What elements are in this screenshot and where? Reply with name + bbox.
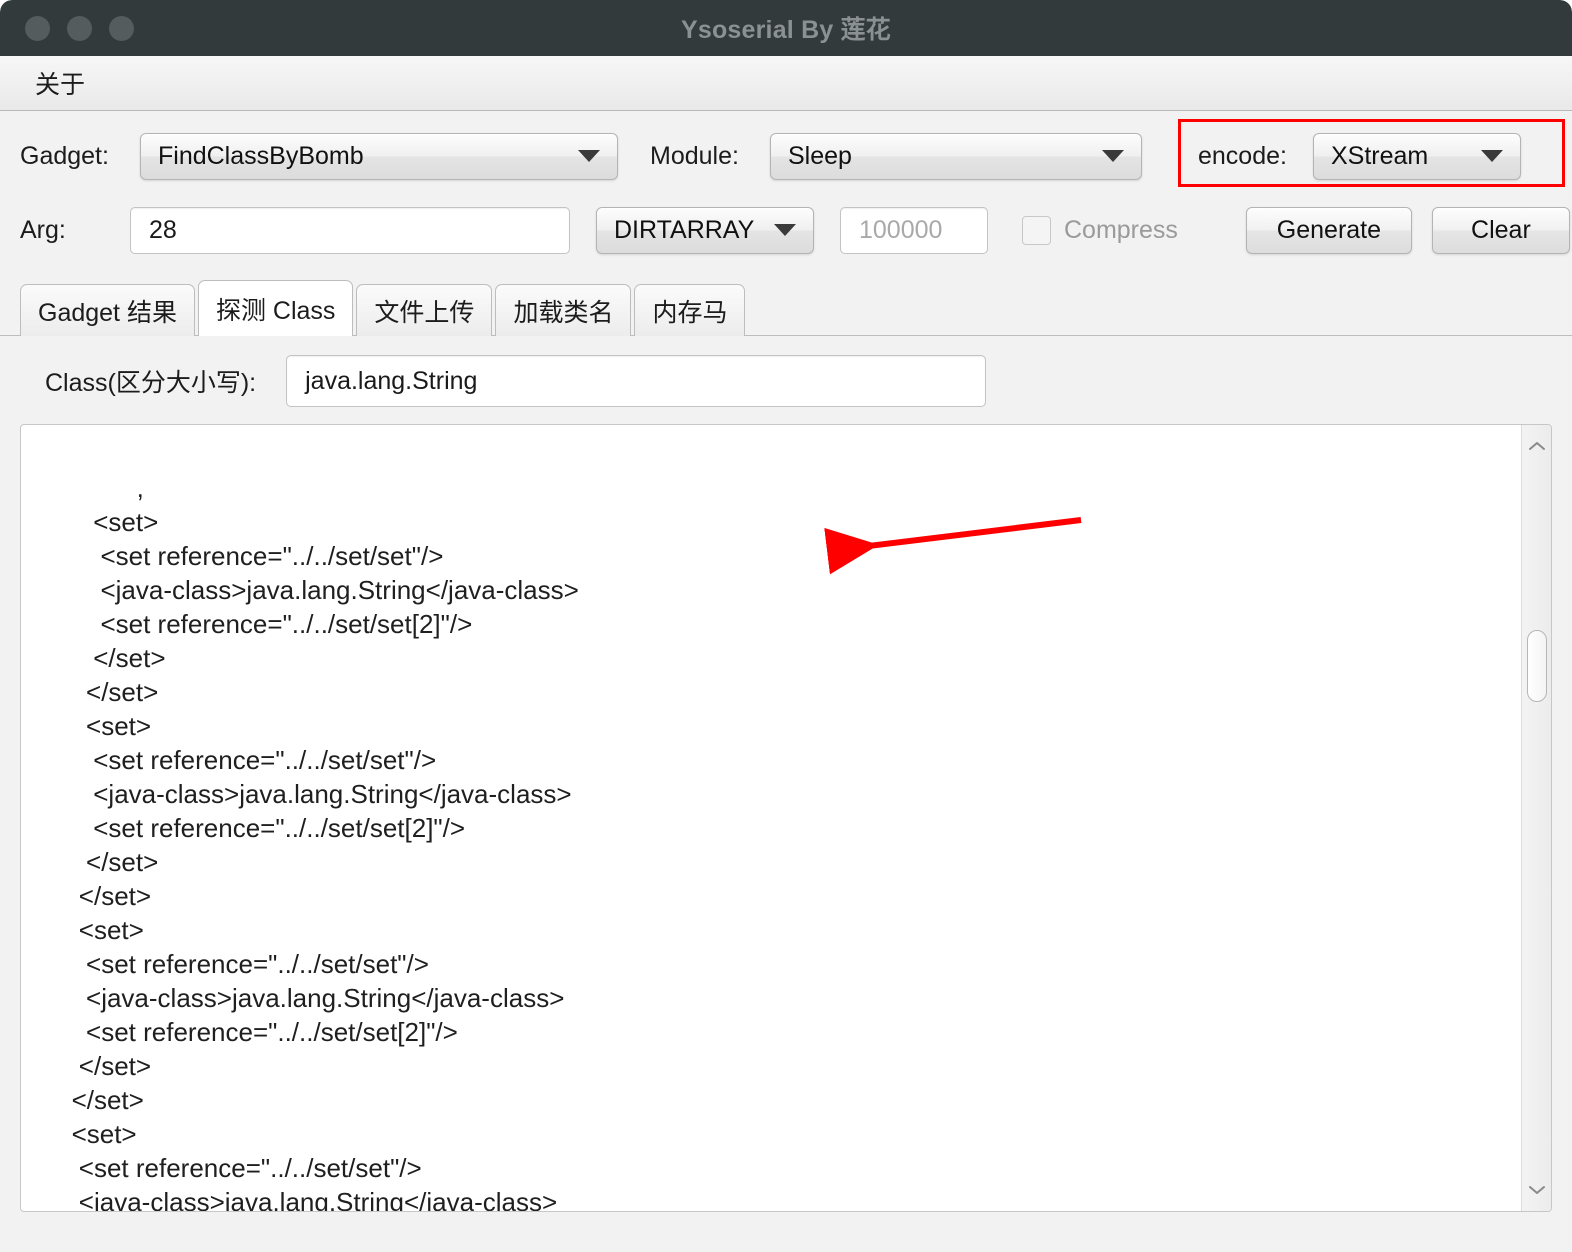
scrollbar-thumb[interactable]	[1527, 630, 1547, 702]
xml-line: <set reference="../../set/set[2]"/>	[21, 609, 473, 639]
generate-button[interactable]: Generate	[1245, 206, 1412, 254]
class-label: Class(区分大小写):	[45, 369, 257, 397]
tab-detect-class[interactable]: 探测 Class	[197, 280, 354, 336]
class-input-value: java.lang.String	[305, 366, 478, 395]
xml-line: </set>	[21, 643, 166, 673]
xml-line: <set reference="../../set/set[2]"/>	[21, 813, 466, 843]
xml-line: </set>	[21, 847, 159, 877]
chevron-down-icon	[774, 224, 796, 236]
chevron-down-icon	[1102, 150, 1124, 162]
menu-bar: 关于	[0, 56, 1572, 111]
xml-output-area[interactable]: , <set> <set reference="../../set/set"/>…	[20, 424, 1552, 1212]
chevron-up-icon[interactable]	[1522, 431, 1551, 461]
encode-select-value: XStream	[1330, 141, 1429, 170]
xml-line: <set reference="../../set/set"/>	[21, 1153, 422, 1183]
gadget-label: Gadget:	[20, 141, 109, 170]
xml-line: </set>	[21, 881, 152, 911]
toolbar-row-secondary: Arg: 28 DIRTARRAY 100000 Compress Genera…	[0, 199, 1572, 261]
xml-output-text: , <set> <set reference="../../set/set"/>…	[21, 425, 1521, 1211]
xml-line: ,	[21, 473, 144, 503]
dirt-select-value: DIRTARRAY	[614, 215, 755, 244]
xml-line: </set>	[21, 1051, 152, 1081]
app-window: Ysoserial By 莲花 关于 Gadget: FindClassByBo…	[0, 0, 1572, 1252]
xml-line: <java-class>java.lang.String</java-class…	[21, 575, 579, 605]
xml-line: </set>	[21, 1085, 144, 1115]
xml-line: <java-class>java.lang.String</java-class…	[21, 1187, 558, 1211]
class-input-row: Class(区分大小写): java.lang.String	[0, 350, 1572, 412]
module-label: Module:	[650, 141, 739, 170]
compress-label: Compress	[1064, 215, 1178, 244]
title-bar: Ysoserial By 莲花	[0, 0, 1572, 56]
tab-load-classname[interactable]: 加载类名	[495, 284, 632, 336]
tab-memory-shell[interactable]: 内存马	[634, 284, 746, 336]
tab-panel-detect-class: Class(区分大小写): java.lang.String , <set> <…	[0, 336, 1572, 1212]
xml-line: <set>	[21, 1119, 137, 1149]
arg-input-value: 28	[149, 215, 177, 244]
toolbar: Gadget: FindClassByBomb Module: Sleep en…	[0, 111, 1572, 261]
tab-gadget-result[interactable]: Gadget 结果	[20, 284, 195, 336]
xml-line: <set reference="../../set/set"/>	[21, 745, 437, 775]
class-input[interactable]: java.lang.String	[286, 355, 987, 407]
xml-line: <set>	[21, 915, 144, 945]
arg-label: Arg:	[20, 215, 66, 244]
chevron-down-icon	[578, 150, 600, 162]
xml-line: <set>	[21, 507, 159, 537]
xml-line: <set reference="../../set/set"/>	[21, 541, 444, 571]
tab-strip: Gadget 结果 探测 Class 文件上传 加载类名 内存马	[0, 279, 1572, 336]
clear-button[interactable]: Clear	[1431, 206, 1570, 254]
size-input[interactable]: 100000	[840, 206, 988, 254]
gadget-select-value: FindClassByBomb	[158, 141, 364, 170]
encode-select[interactable]: XStream	[1312, 132, 1521, 180]
xml-line: </set>	[21, 677, 159, 707]
chevron-down-icon	[1480, 150, 1503, 162]
xml-line: <java-class>java.lang.String</java-class…	[21, 779, 572, 809]
xml-line: <set reference="../../set/set[2]"/>	[21, 1017, 458, 1047]
xml-line: <set>	[21, 711, 152, 741]
compress-checkbox-group[interactable]: Compress	[1022, 215, 1178, 245]
size-input-placeholder: 100000	[859, 215, 943, 244]
tab-file-upload[interactable]: 文件上传	[356, 284, 493, 336]
menu-item-about[interactable]: 关于	[19, 63, 101, 103]
vertical-scrollbar[interactable]	[1521, 425, 1551, 1211]
toolbar-row-primary: Gadget: FindClassByBomb Module: Sleep en…	[0, 119, 1572, 187]
gadget-select[interactable]: FindClassByBomb	[140, 132, 618, 180]
encode-label: encode:	[1198, 141, 1287, 170]
arg-input[interactable]: 28	[130, 206, 570, 254]
module-select[interactable]: Sleep	[770, 132, 1142, 180]
module-select-value: Sleep	[788, 141, 852, 170]
xml-line: <set reference="../../set/set"/>	[21, 949, 429, 979]
compress-checkbox[interactable]	[1022, 215, 1051, 245]
window-title: Ysoserial By 莲花	[680, 16, 892, 44]
dirt-select[interactable]: DIRTARRAY	[596, 206, 814, 254]
chevron-down-icon[interactable]	[1522, 1175, 1551, 1205]
xml-line: <java-class>java.lang.String</java-class…	[21, 983, 565, 1013]
